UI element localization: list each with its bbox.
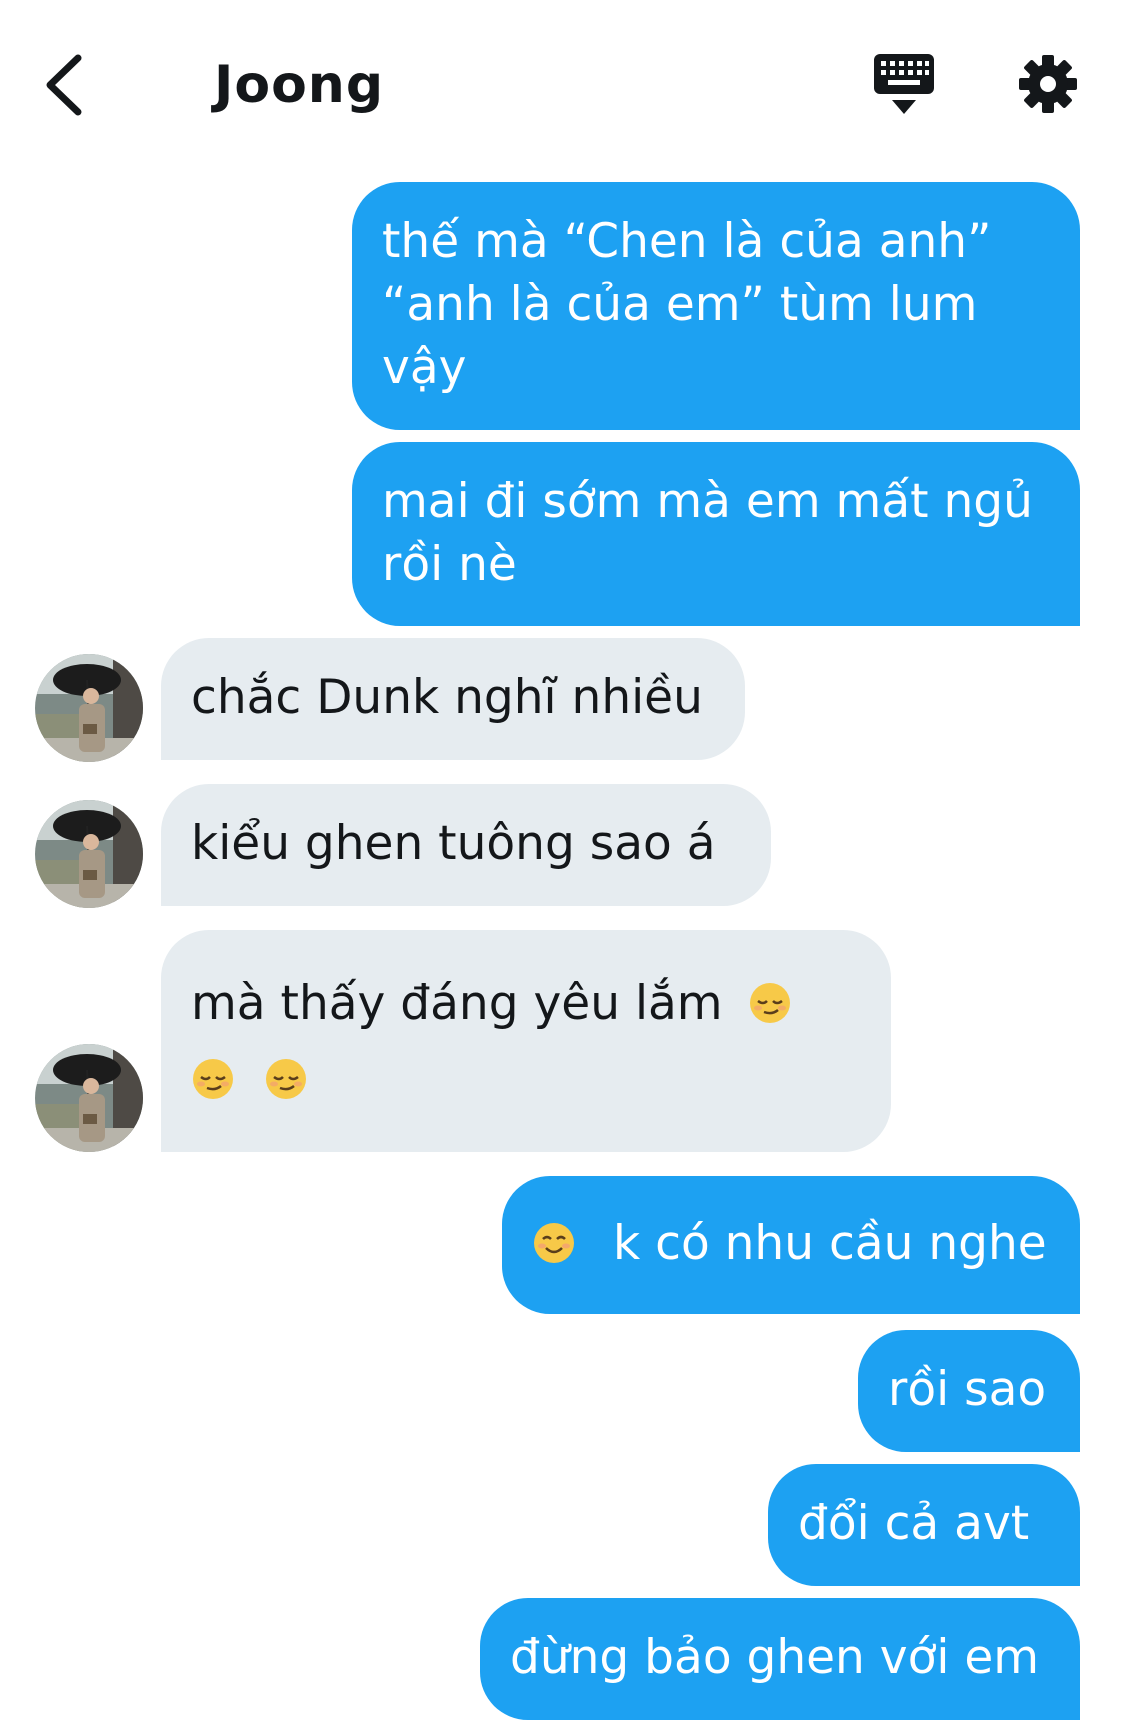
message-line: k có nhu cầu nghe [532,1212,1050,1275]
message-line: mai đi sớm mà em mất ngủ [382,474,1033,529]
conversation-title: Joong [214,55,385,115]
avatar-photo [35,800,143,908]
conversation-header: Joong [0,0,1125,170]
message-line: vậy [382,340,467,395]
avatar[interactable] [35,800,143,908]
message-bubble-outgoing[interactable]: thế mà “Chen là của anh” “anh là của em”… [352,182,1080,430]
message-bubble-outgoing[interactable]: rồi sao [858,1330,1080,1452]
message-line: kiểu ghen tuông sao á [191,816,716,871]
message-bubble-incoming[interactable]: mà thấy đáng yêu lắm [161,930,891,1152]
message-line: đừng bảo ghen với em [510,1630,1040,1685]
emoji-line [191,1042,861,1118]
message-line: rồi sao [888,1362,1047,1417]
message-line: rồi nè [382,537,517,592]
message-bubble-incoming[interactable]: kiểu ghen tuông sao á [161,784,771,906]
chevron-left-icon[interactable] [40,50,90,120]
message-text: k có nhu cầu nghe [612,1216,1047,1271]
avatar-photo [35,654,143,762]
keyboard-icon[interactable] [872,52,936,118]
relieved-face-emoji [265,1059,306,1099]
relieved-face-emoji [749,983,790,1023]
gear-icon[interactable] [1018,54,1078,114]
message-bubble-incoming[interactable]: chắc Dunk nghĩ nhiều [161,638,745,760]
message-line: chắc Dunk nghĩ nhiều [191,670,703,725]
message-line: thế mà “Chen là của anh” [382,214,992,269]
avatar[interactable] [35,654,143,762]
message-line: “anh là của em” tùm lum [382,277,978,332]
message-text: mà thấy đáng yêu lắm [191,976,723,1031]
relieved-face-emoji [193,1059,233,1099]
avatar[interactable] [35,1044,143,1152]
message-bubble-outgoing[interactable]: đổi cả avt [768,1464,1080,1586]
message-line: mà thấy đáng yêu lắm [191,966,861,1042]
message-line: đổi cả avt [798,1496,1030,1551]
message-bubble-outgoing[interactable]: mai đi sớm mà em mất ngủ rồi nè [352,442,1080,626]
smiling-face-emoji [534,1223,574,1263]
avatar-photo [35,1044,143,1152]
message-bubble-outgoing[interactable]: k có nhu cầu nghe [502,1176,1080,1314]
message-bubble-outgoing[interactable]: đừng bảo ghen với em [480,1598,1080,1720]
